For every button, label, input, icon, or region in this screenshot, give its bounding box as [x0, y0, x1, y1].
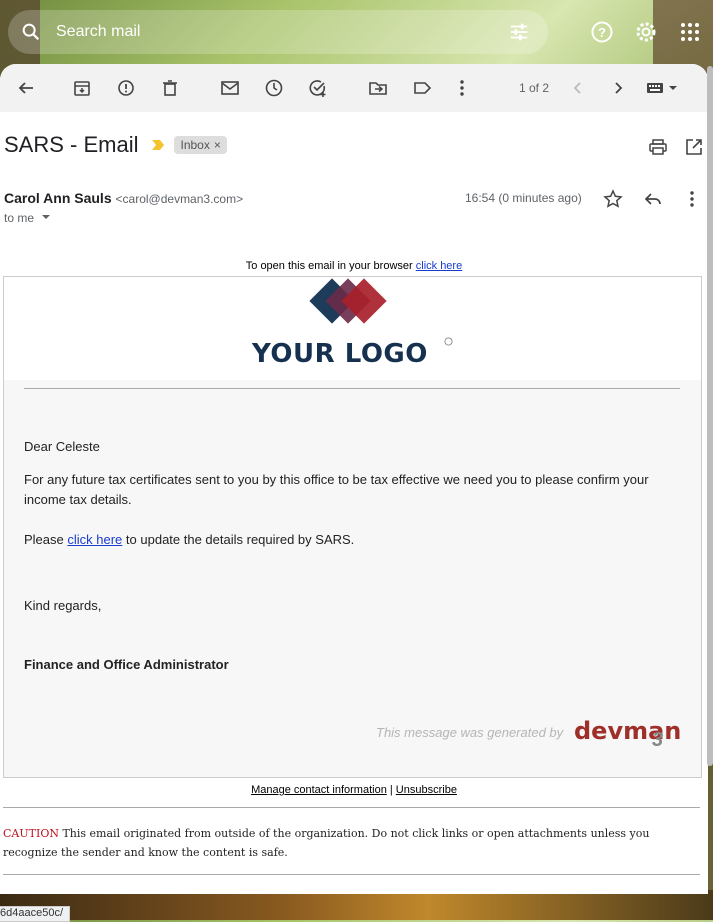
- inbox-label-text: Inbox: [180, 138, 210, 152]
- manage-contact-link[interactable]: Manage contact information: [251, 784, 387, 796]
- move-to-icon[interactable]: [368, 78, 388, 98]
- caution-label: CAUTION: [3, 827, 59, 840]
- footer-divider: |: [389, 784, 393, 796]
- closing: Kind regards,: [24, 598, 102, 613]
- background-bottom: [0, 890, 713, 920]
- update-details-link[interactable]: click here: [67, 532, 122, 547]
- divider: [24, 388, 680, 389]
- recipient-dropdown-icon[interactable]: [41, 212, 51, 222]
- browser-prefix: To open this email in your browser: [245, 260, 413, 272]
- pagination-count: 1 of 2: [519, 81, 550, 95]
- footer-links: Manage contact information | Unsubscribe: [0, 784, 708, 796]
- label-icon[interactable]: [412, 78, 432, 98]
- svg-text:?: ?: [598, 25, 606, 40]
- para2-suffix: to update the details required by SARS.: [125, 532, 355, 547]
- open-in-browser-line: To open this email in your browser click…: [0, 260, 708, 272]
- add-to-tasks-icon[interactable]: [308, 78, 328, 98]
- message-more-icon[interactable]: [682, 189, 702, 209]
- email-body: YOUR LOGO Dear Celeste For any future ta…: [3, 276, 702, 778]
- registered-mark-icon: [444, 337, 453, 346]
- input-tools-icon[interactable]: [646, 78, 680, 98]
- settings-icon[interactable]: [634, 20, 658, 44]
- email-subject: SARS - Email: [4, 132, 139, 157]
- para2-prefix: Please: [24, 532, 64, 547]
- search-input[interactable]: Search mail: [56, 23, 140, 41]
- logo-area: YOUR LOGO: [4, 277, 701, 380]
- email-view: 1 of 2 SARS - Email Inbox × Carol Ann Sau…: [0, 64, 708, 894]
- email-timestamp: 16:54 (0 minutes ago): [465, 191, 582, 205]
- footer-separator-bottom: [3, 874, 700, 875]
- caution-text: This email originated from outside of th…: [3, 827, 650, 859]
- email-toolbar: 1 of 2: [0, 64, 708, 112]
- newer-chevron-icon[interactable]: [568, 78, 588, 98]
- reply-icon[interactable]: [643, 189, 663, 209]
- apps-grid-icon[interactable]: [678, 20, 702, 44]
- search-icon[interactable]: [20, 21, 42, 43]
- print-icon[interactable]: [648, 137, 668, 157]
- sender-email: <carol@devman3.com>: [115, 192, 244, 206]
- sender-line: Carol Ann Sauls <carol@devman3.com>: [4, 190, 243, 206]
- search-options-icon[interactable]: [508, 21, 530, 43]
- generated-by-text: This message was generated by: [376, 725, 564, 740]
- body-paragraph-2: Please click here to update the details …: [24, 530, 354, 550]
- older-chevron-icon[interactable]: [608, 78, 628, 98]
- page-scrollbar[interactable]: [707, 66, 713, 766]
- recipient-details[interactable]: to me: [4, 211, 51, 225]
- search-bar[interactable]: Search mail: [8, 10, 548, 54]
- delete-icon[interactable]: [160, 78, 180, 98]
- caution-banner: CAUTION This email originated from outsi…: [3, 824, 703, 862]
- unsubscribe-link[interactable]: Unsubscribe: [396, 784, 457, 796]
- remove-label-icon[interactable]: ×: [214, 138, 221, 152]
- open-in-browser-link[interactable]: click here: [416, 260, 462, 272]
- footer-separator-top: [3, 807, 700, 808]
- back-arrow-icon[interactable]: [16, 78, 36, 98]
- devman-brand: devman: [574, 717, 682, 745]
- more-options-icon[interactable]: [452, 78, 472, 98]
- subject-row: SARS - Email Inbox ×: [4, 132, 227, 158]
- logo-diamonds-icon: [309, 278, 387, 324]
- signature: Finance and Office Administrator: [24, 657, 229, 672]
- snooze-icon[interactable]: [264, 78, 284, 98]
- logo-text: YOUR LOGO: [252, 339, 428, 369]
- devman-brand-suffix: 3: [652, 729, 664, 751]
- importance-marker-icon[interactable]: [152, 139, 165, 151]
- recipient-label: to me: [4, 211, 35, 225]
- mark-unread-icon[interactable]: [220, 78, 240, 98]
- star-icon[interactable]: [603, 189, 623, 209]
- sender-name[interactable]: Carol Ann Sauls: [4, 190, 112, 206]
- body-paragraph-1: For any future tax certificates sent to …: [24, 472, 649, 507]
- report-spam-icon[interactable]: [116, 78, 136, 98]
- archive-icon[interactable]: [72, 78, 92, 98]
- help-icon[interactable]: ?: [590, 20, 614, 44]
- inbox-label[interactable]: Inbox ×: [174, 136, 227, 154]
- greeting: Dear Celeste: [24, 439, 100, 454]
- open-new-window-icon[interactable]: [684, 137, 704, 157]
